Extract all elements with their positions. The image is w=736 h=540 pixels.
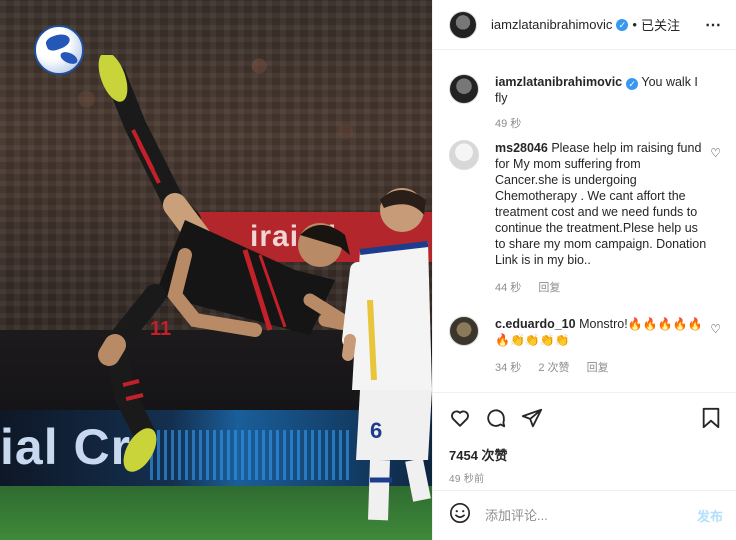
comment-item: c.eduardo_10 Monstro!🔥🔥🔥🔥🔥 🔥👏👏👏👏 34 秒 2 … <box>449 316 729 376</box>
comments-list: iamzlatanibrahimovic ✓ You walk I fly 49 … <box>433 50 736 390</box>
reply-button[interactable]: 回复 <box>587 362 609 374</box>
comment-time[interactable]: 44 秒 <box>495 282 521 294</box>
post-actions: 7454 次赞 49 秒前 <box>433 392 736 485</box>
comment-meta: 34 秒 2 次赞 回复 <box>495 360 707 376</box>
comment-item: ms28046 Please help im raising fund for … <box>449 140 729 296</box>
action-icons-row <box>449 405 721 431</box>
comment-body: ms28046 Please help im raising fund for … <box>495 140 707 296</box>
more-options-icon[interactable]: ⋯ <box>705 15 722 35</box>
commenter-avatar[interactable] <box>449 140 479 170</box>
player-defender: 6 <box>342 188 432 521</box>
comment-like-heart-icon[interactable]: ♡ <box>710 322 721 336</box>
follow-status[interactable]: 已关注 <box>641 15 680 34</box>
caption-author-avatar[interactable] <box>449 74 479 104</box>
comment-likes[interactable]: 2 次赞 <box>538 362 569 374</box>
football <box>34 25 84 75</box>
comment-username[interactable]: c.eduardo_10 <box>495 317 576 331</box>
post-comment-button[interactable]: 发布 <box>697 506 723 525</box>
paper-plane-icon[interactable] <box>521 407 543 429</box>
comment-username[interactable]: ms28046 <box>495 141 548 155</box>
post-timestamp[interactable]: 49 秒前 <box>449 470 721 485</box>
comment-body: c.eduardo_10 Monstro!🔥🔥🔥🔥🔥 🔥👏👏👏👏 34 秒 2 … <box>495 316 707 376</box>
caption-item: iamzlatanibrahimovic ✓ You walk I fly 49 … <box>449 74 729 132</box>
comment-icon[interactable] <box>485 407 507 429</box>
bookmark-icon[interactable] <box>701 407 721 429</box>
post-header: iamzlatanibrahimovic ✓ • 已关注 ⋯ <box>433 0 736 50</box>
author-username[interactable]: iamzlatanibrahimovic <box>491 17 612 32</box>
commenter-avatar[interactable] <box>449 316 479 346</box>
caption-username[interactable]: iamzlatanibrahimovic <box>495 75 622 89</box>
comment-text: Please help im raising fund for My mom s… <box>495 141 707 267</box>
like-count[interactable]: 7454 次赞 <box>449 445 721 464</box>
post-detail-panel: iamzlatanibrahimovic ✓ • 已关注 ⋯ iamzlatan… <box>432 0 736 540</box>
comment-like-heart-icon[interactable]: ♡ <box>710 146 721 160</box>
post-photo[interactable]: irai Fl ial Cr 11 6 <box>0 0 432 540</box>
comment-emojis: 🔥🔥🔥🔥🔥 <box>627 317 703 331</box>
smiley-icon[interactable] <box>449 502 471 529</box>
comment-time[interactable]: 34 秒 <box>495 362 521 374</box>
heart-icon[interactable] <box>449 407 471 429</box>
comment-emojis: 🔥👏👏👏👏 <box>495 333 570 347</box>
caption-meta: 49 秒 <box>495 116 707 132</box>
add-comment-input[interactable] <box>485 508 675 523</box>
caption-body: iamzlatanibrahimovic ✓ You walk I fly 49 … <box>495 74 707 132</box>
verified-badge-icon: ✓ <box>616 18 629 31</box>
author-avatar[interactable] <box>449 10 477 39</box>
caption-time[interactable]: 49 秒 <box>495 118 521 130</box>
separator-dot: • <box>632 17 637 32</box>
comment-text: Monstro! <box>579 317 628 331</box>
svg-text:6: 6 <box>370 418 382 443</box>
comment-meta: 44 秒 回复 <box>495 280 707 296</box>
add-comment-bar: 发布 <box>433 490 736 540</box>
svg-text:11: 11 <box>150 318 171 340</box>
reply-button[interactable]: 回复 <box>538 282 560 294</box>
verified-badge-icon: ✓ <box>626 78 639 90</box>
player-bicycle-kick: 11 <box>98 55 354 472</box>
